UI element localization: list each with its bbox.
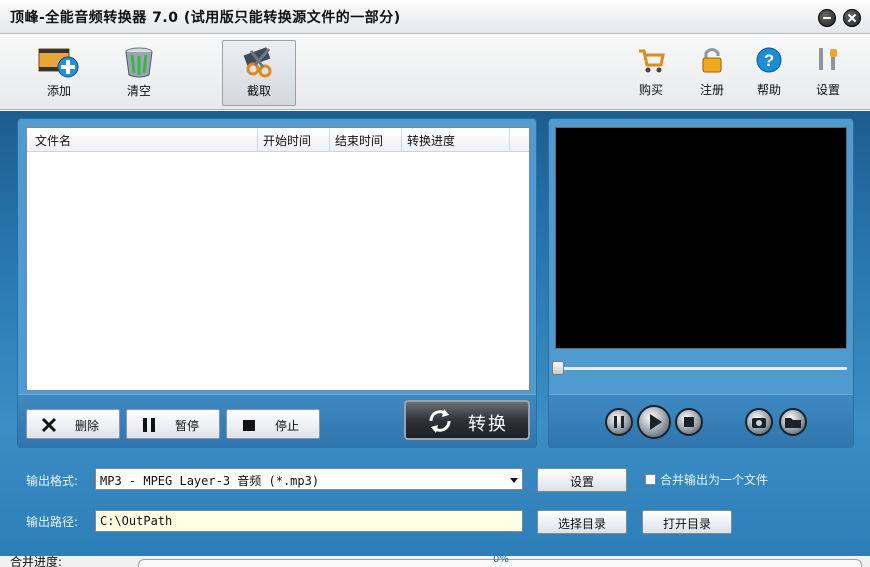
pause-button[interactable]: 暂停 (126, 409, 220, 439)
output-format-label: 输出格式: (26, 474, 79, 488)
format-settings-button[interactable]: 设置 (537, 468, 627, 492)
file-list[interactable]: 文件名 开始时间 结束时间 转换进度 (26, 127, 530, 391)
delete-label: 删除 (75, 419, 100, 433)
scissors-film-icon (243, 47, 272, 78)
player-play-button[interactable] (637, 405, 671, 439)
chevron-down-icon (510, 478, 518, 483)
toolbar: 添加 清空 截取 购买 注册 ? 帮助 设置 (0, 34, 870, 110)
title-bar: 顶峰-全能音频转换器 7.0 (试用版只能转换源文件的一部分) (0, 0, 870, 34)
capture-label: 截取 (246, 84, 271, 98)
pause-label: 暂停 (175, 419, 200, 433)
wrench-icon (819, 48, 837, 70)
convert-label: 转换 (468, 414, 508, 435)
settings-label: 设置 (815, 83, 840, 97)
merge-progress-percent: 0% (493, 554, 509, 565)
close-button[interactable] (843, 9, 861, 27)
folder-icon (785, 418, 801, 428)
player-control-bar (549, 394, 853, 448)
delete-icon (41, 417, 57, 433)
register-label: 注册 (699, 83, 724, 97)
column-separator (509, 128, 510, 152)
cart-icon (639, 49, 665, 73)
snapshot-button[interactable] (745, 408, 773, 436)
stop-button[interactable]: 停止 (226, 409, 320, 439)
add-label: 添加 (46, 84, 71, 98)
clear-label: 清空 (126, 84, 151, 98)
output-path-value: C:\OutPath (100, 514, 173, 528)
buy-button[interactable]: 购买 (629, 42, 673, 102)
column-separator (401, 128, 402, 152)
open-directory-button[interactable]: 打开目录 (642, 510, 732, 534)
trash-can-icon (125, 47, 153, 78)
seek-track[interactable] (557, 367, 847, 370)
convert-button[interactable]: 转换 (404, 400, 530, 440)
minimize-button[interactable] (818, 9, 836, 27)
help-icon: ? (756, 47, 782, 73)
output-format-value: MP3 - MPEG Layer-3 音频 (*.mp3) (100, 474, 320, 488)
buy-label: 购买 (638, 83, 663, 97)
help-label: 帮助 (756, 83, 781, 97)
film-plus-icon (38, 48, 79, 78)
lock-icon (702, 48, 722, 73)
help-button[interactable]: ? 帮助 (747, 42, 791, 102)
clear-button[interactable]: 清空 (102, 40, 176, 106)
pause-icon (614, 416, 624, 428)
player-pause-button[interactable] (605, 408, 633, 436)
file-list-header: 文件名 开始时间 结束时间 转换进度 (27, 128, 529, 152)
preview-panel (548, 118, 854, 448)
output-format-select[interactable]: MP3 - MPEG Layer-3 音频 (*.mp3) (95, 468, 523, 490)
video-preview (555, 127, 847, 349)
column-separator (257, 128, 258, 152)
choose-directory-button[interactable]: 选择目录 (537, 510, 627, 534)
camera-icon (752, 418, 766, 428)
register-button[interactable]: 注册 (690, 42, 734, 102)
open-snapshot-folder-button[interactable] (779, 408, 807, 436)
column-header-start-time[interactable]: 开始时间 (263, 132, 311, 149)
merge-output-label: 合并输出为一个文件 (660, 473, 769, 487)
merge-progress-label: 合并进度: (10, 555, 63, 567)
merge-progress-area: 合并进度: 0% (0, 554, 870, 567)
add-button[interactable]: 添加 (22, 40, 96, 106)
svg-text:?: ? (764, 51, 774, 70)
stop-label: 停止 (275, 419, 300, 433)
settings-button[interactable]: 设置 (806, 42, 850, 102)
player-stop-button[interactable] (675, 408, 703, 436)
refresh-icon (429, 409, 451, 433)
app-window: 顶峰-全能音频转换器 7.0 (试用版只能转换源文件的一部分) 添加 清空 截取… (0, 0, 870, 567)
play-icon (650, 414, 662, 430)
merge-output-checkbox[interactable] (645, 474, 656, 485)
file-panel: 文件名 开始时间 结束时间 转换进度 删除 暂停 停止 转换 (17, 118, 537, 448)
main-area: 文件名 开始时间 结束时间 转换进度 删除 暂停 停止 转换 输出格式: MP3… (0, 111, 870, 556)
seek-slider-handle[interactable] (552, 361, 564, 375)
column-header-filename[interactable]: 文件名 (35, 132, 71, 149)
delete-button[interactable]: 删除 (26, 409, 120, 439)
column-header-progress[interactable]: 转换进度 (407, 132, 455, 149)
column-separator (329, 128, 330, 152)
list-control-bar: 删除 暂停 停止 转换 (18, 394, 536, 448)
capture-button[interactable]: 截取 (222, 40, 296, 106)
stop-icon (243, 420, 255, 431)
output-path-label: 输出路径: (26, 515, 79, 529)
stop-icon (684, 417, 694, 427)
window-title: 顶峰-全能音频转换器 7.0 (试用版只能转换源文件的一部分) (10, 10, 401, 26)
pause-icon (143, 418, 155, 432)
column-header-end-time[interactable]: 结束时间 (335, 132, 383, 149)
output-path-input[interactable]: C:\OutPath (95, 510, 523, 532)
